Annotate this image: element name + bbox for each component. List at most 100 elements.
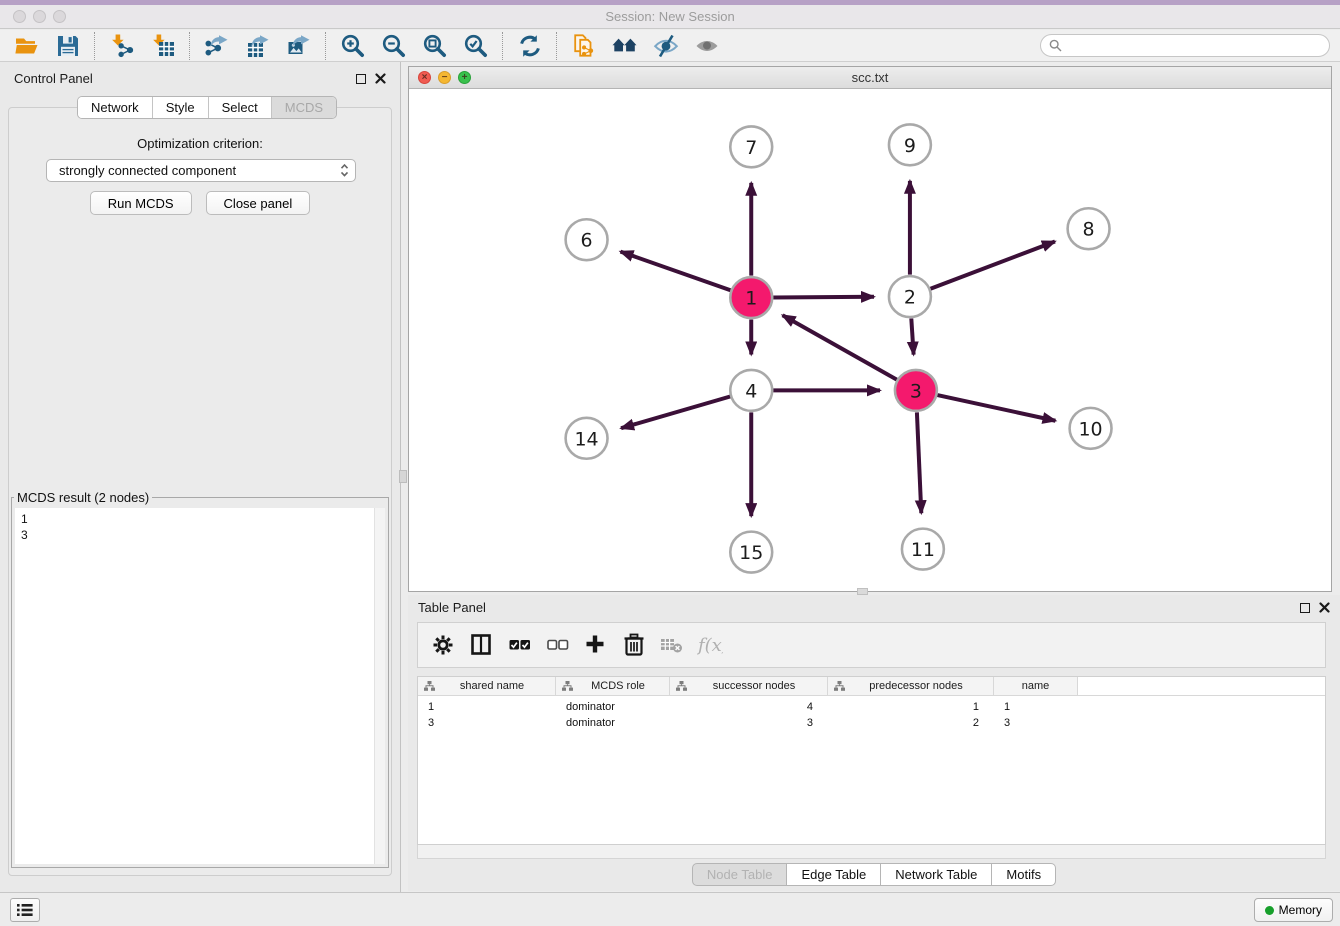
first-neighbors-button[interactable]	[609, 32, 640, 60]
tab-node-table[interactable]: Node Table	[692, 863, 788, 886]
toolbar-buttons	[6, 31, 727, 61]
show-graphics-details-button[interactable]	[691, 32, 722, 60]
show-columns-button[interactable]	[466, 629, 498, 661]
toolbar-separator	[94, 32, 95, 60]
table-cell[interactable]: 1	[828, 701, 994, 713]
graph-node-9[interactable]: 9	[889, 124, 931, 165]
hide-selected-button[interactable]	[650, 32, 681, 60]
edge-3-1[interactable]	[783, 315, 897, 379]
select-all-button[interactable]	[504, 629, 536, 661]
export-image-button[interactable]	[283, 32, 314, 60]
network-canvas[interactable]: 7 9 6 8 1 2 4 3 14 10 15 11	[409, 89, 1331, 591]
table-cell[interactable]: 3	[418, 717, 556, 729]
memory-button[interactable]: Memory	[1254, 898, 1333, 922]
table-options-button[interactable]	[428, 629, 460, 661]
network-graph[interactable]: 7 9 6 8 1 2 4 3 14 10 15 11	[409, 89, 1331, 591]
network-close-button[interactable]: ×	[418, 71, 431, 84]
table-panel: Table Panel f(x) shared nameMCDS rolesuc…	[408, 595, 1340, 891]
close-window-button[interactable]	[13, 10, 26, 23]
import-network-button[interactable]	[106, 32, 137, 60]
export-network-button[interactable]	[201, 32, 232, 60]
mcds-result-box[interactable]: 13	[15, 508, 385, 864]
add-column-button[interactable]	[580, 629, 612, 661]
edge-4-14[interactable]	[621, 396, 730, 428]
table-cell[interactable]: 1	[994, 701, 1078, 713]
network-window-titlebar[interactable]: × − + scc.txt	[409, 67, 1331, 89]
table-horizontal-scrollbar[interactable]	[417, 845, 1326, 859]
graph-node-15[interactable]: 15	[730, 532, 772, 573]
table-cell[interactable]: 2	[828, 717, 994, 729]
column-header-successor-nodes[interactable]: successor nodes	[670, 677, 828, 695]
clear-selection-button[interactable]	[542, 629, 574, 661]
criterion-dropdown[interactable]: strongly connected component	[46, 159, 356, 182]
zoom-selected-button[interactable]	[460, 32, 491, 60]
traffic-lights	[13, 10, 66, 23]
import-table-button[interactable]	[147, 32, 178, 60]
save-session-button[interactable]	[52, 32, 83, 60]
network-maximize-button[interactable]: +	[458, 71, 471, 84]
graph-node-11[interactable]: 11	[902, 529, 944, 570]
graph-node-6[interactable]: 6	[566, 219, 608, 260]
delete-column-button[interactable]	[618, 629, 650, 661]
zoom-fit-button[interactable]	[419, 32, 450, 60]
horizontal-splitter-grip[interactable]	[857, 588, 868, 595]
network-minimize-button[interactable]: −	[438, 71, 451, 84]
table-cell[interactable]: 1	[418, 701, 556, 713]
result-scrollbar[interactable]	[374, 508, 385, 864]
float-panel-icon[interactable]	[356, 74, 366, 84]
close-panel-icon[interactable]	[375, 73, 386, 84]
graph-node-4[interactable]: 4	[730, 370, 772, 411]
duplicate-network-button[interactable]	[568, 32, 599, 60]
minimize-window-button[interactable]	[33, 10, 46, 23]
edge-1-2[interactable]	[773, 297, 874, 298]
table-row[interactable]: 3dominator323	[418, 715, 1325, 731]
table-cell[interactable]: 4	[670, 701, 828, 713]
graph-node-10[interactable]: 10	[1070, 408, 1112, 449]
open-file-button[interactable]	[11, 32, 42, 60]
table-cell[interactable]: 3	[994, 717, 1078, 729]
float-table-panel-icon[interactable]	[1300, 603, 1310, 613]
column-header-predecessor-nodes[interactable]: predecessor nodes	[828, 677, 994, 695]
column-header-shared-name[interactable]: shared name	[418, 677, 556, 695]
table-cell[interactable]: dominator	[556, 717, 670, 729]
task-history-button[interactable]	[10, 898, 40, 922]
column-header-mcds-role[interactable]: MCDS role	[556, 677, 670, 695]
search-field[interactable]	[1040, 34, 1330, 57]
edge-2-8[interactable]	[930, 241, 1054, 288]
search-icon	[1049, 39, 1062, 52]
column-header-name[interactable]: name	[994, 677, 1078, 695]
close-table-panel-icon[interactable]	[1319, 602, 1330, 613]
memory-status-dot	[1265, 906, 1274, 915]
edge-3-10[interactable]	[937, 395, 1055, 421]
tab-select[interactable]: Select	[209, 97, 272, 118]
tab-style[interactable]: Style	[153, 97, 209, 118]
tab-edge-table[interactable]: Edge Table	[787, 863, 881, 886]
graph-node-3[interactable]: 3	[895, 370, 937, 411]
control-panel-tabs: NetworkStyleSelectMCDS	[77, 96, 337, 119]
run-mcds-button[interactable]: Run MCDS	[90, 191, 192, 215]
edge-1-6[interactable]	[620, 252, 730, 291]
tab-network[interactable]: Network	[78, 97, 153, 118]
apply-layout-button[interactable]	[514, 32, 545, 60]
zoom-window-button[interactable]	[53, 10, 66, 23]
table-cell[interactable]: dominator	[556, 701, 670, 713]
edge-3-11[interactable]	[917, 412, 921, 513]
control-panel: Control Panel NetworkStyleSelectMCDS Opt…	[0, 62, 401, 892]
table-row[interactable]: 1dominator411	[418, 699, 1325, 715]
tab-mcds[interactable]: MCDS	[272, 97, 336, 118]
close-panel-button[interactable]: Close panel	[206, 191, 311, 215]
tab-motifs[interactable]: Motifs	[992, 863, 1056, 886]
graph-node-7[interactable]: 7	[730, 126, 772, 167]
vertical-splitter-grip[interactable]	[399, 470, 407, 483]
graph-node-14[interactable]: 14	[566, 418, 608, 459]
tab-network-table[interactable]: Network Table	[881, 863, 992, 886]
graph-node-1[interactable]: 1	[730, 277, 772, 318]
table-cell[interactable]: 3	[670, 717, 828, 729]
export-table-button[interactable]	[242, 32, 273, 60]
graph-node-2[interactable]: 2	[889, 276, 931, 317]
search-input[interactable]	[1067, 38, 1321, 54]
graph-node-8[interactable]: 8	[1068, 208, 1110, 249]
zoom-in-button[interactable]	[337, 32, 368, 60]
edge-2-3[interactable]	[911, 319, 913, 355]
zoom-out-button[interactable]	[378, 32, 409, 60]
